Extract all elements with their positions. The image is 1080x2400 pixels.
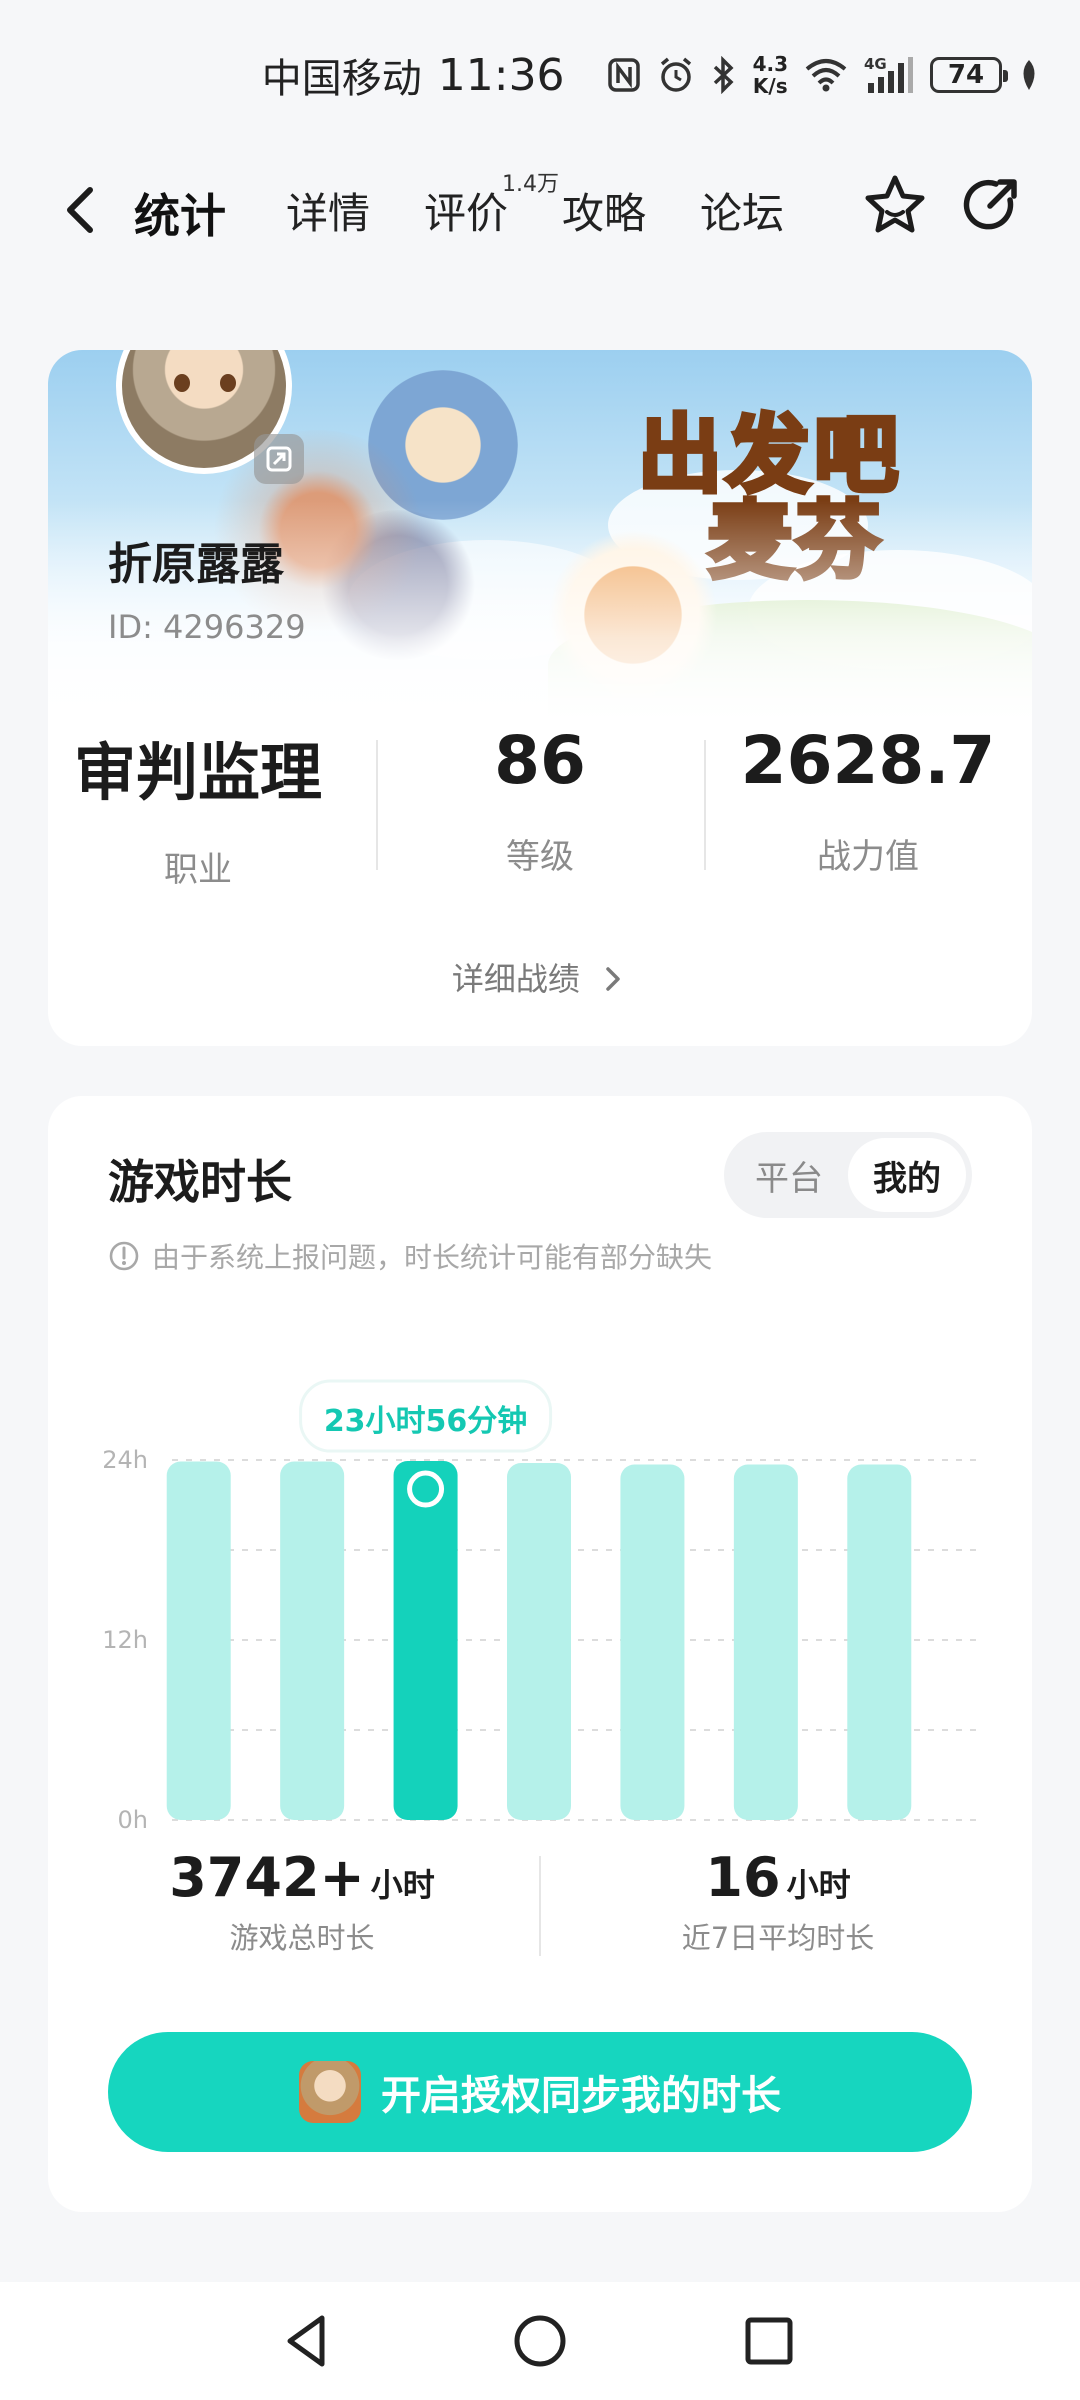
toggle-mine[interactable]: 我的 <box>848 1138 966 1212</box>
info-icon <box>109 1241 139 1271</box>
clock: 11:36 <box>437 49 565 101</box>
signal-type-label: 4G <box>864 55 887 73</box>
playtime-totals: 3742+ 小时 游戏总时长 16 小时 近7日平均时长 <box>48 1846 1032 1966</box>
bar <box>847 1464 912 1820</box>
tab-details[interactable]: 详情 <box>286 180 370 241</box>
authorize-sync-button[interactable]: 开启授权同步我的时长 <box>108 2032 972 2152</box>
authorize-sync-label: 开启授权同步我的时长 <box>381 2073 781 2119</box>
bar <box>507 1463 571 1820</box>
carrier-label: 中国移动 <box>261 56 422 102</box>
reviews-count-badge: 1.4万 <box>502 172 559 197</box>
system-back-button[interactable] <box>276 2308 342 2374</box>
playtime-title: 游戏时长 <box>108 1155 292 1209</box>
star-icon <box>865 175 925 233</box>
favorite-button[interactable] <box>862 172 928 238</box>
y-tick-label: 12h <box>102 1626 148 1654</box>
stat-class-label: 职业 <box>164 850 232 890</box>
bar <box>733 1464 798 1820</box>
playtime-notice-text: 由于系统上报问题，时长统计可能有部分缺失 <box>152 1241 713 1274</box>
leaf-icon <box>1018 58 1040 92</box>
switch-account-button[interactable] <box>254 434 304 484</box>
tab-stats[interactable]: 统计 <box>134 180 226 246</box>
y-tick-label: 24h <box>102 1446 148 1474</box>
detailed-record-link[interactable]: 详细战绩 <box>48 954 1032 1000</box>
stat-power-value: 2628.7 <box>740 722 996 799</box>
alarm-icon <box>657 56 695 94</box>
bar <box>166 1461 231 1820</box>
game-app-icon <box>299 2061 361 2123</box>
average-playtime-label: 近7日平均时长 <box>681 1921 875 1955</box>
network-speed-value: 4.3 <box>752 52 788 76</box>
stat-divider <box>376 740 378 870</box>
total-playtime-value: 3742+ <box>169 1846 365 1909</box>
tab-forum[interactable]: 论坛 <box>700 180 784 241</box>
detailed-record-label: 详细战绩 <box>451 960 580 998</box>
player-name: 折原露露 <box>108 539 284 590</box>
profile-card: 出发吧 麦芬 折原露露 ID: 4296329 审判监理 职业 86 等级 26… <box>48 350 1032 1046</box>
stat-level-value: 86 <box>494 722 586 799</box>
stat-level-label: 等级 <box>506 837 574 877</box>
stat-divider <box>704 740 706 870</box>
scope-toggle: 平台 我的 <box>724 1132 972 1218</box>
battery-indicator: 74 <box>930 57 1008 93</box>
chevron-right-icon <box>606 967 620 991</box>
battery-level: 74 <box>947 60 985 90</box>
share-icon <box>963 179 1017 230</box>
playtime-card: 游戏时长 平台 我的 由于系统上报问题，时长统计可能有部分缺失 0h 12h 24h… <box>48 1096 1032 2212</box>
stat-power: 2628.7 战力值 <box>718 722 1018 878</box>
circle-home-icon <box>514 2315 566 2367</box>
stat-level: 86 等级 <box>390 722 690 878</box>
total-playtime-unit: 小时 <box>370 1866 435 1904</box>
y-tick-label: 0h <box>118 1806 148 1834</box>
bar-highlighted <box>393 1461 458 1820</box>
system-home-button[interactable] <box>507 2308 573 2374</box>
tab-reviews[interactable]: 评价 <box>424 180 508 241</box>
system-nav-bar <box>0 2282 1080 2400</box>
cellular-signal-icon: 4G <box>864 55 914 95</box>
bar <box>620 1464 685 1820</box>
back-button[interactable] <box>56 178 106 242</box>
system-recents-button[interactable] <box>736 2308 802 2374</box>
square-recents-icon <box>745 2317 793 2365</box>
tab-guides[interactable]: 攻略 <box>562 180 646 241</box>
nfc-icon <box>607 57 641 93</box>
playtime-notice: 由于系统上报问题，时长统计可能有部分缺失 <box>108 1236 712 1276</box>
share-button[interactable] <box>958 172 1024 238</box>
average-playtime: 16 小时 近7日平均时长 <box>548 1846 1008 1957</box>
wifi-icon <box>804 57 848 93</box>
totals-divider <box>539 1856 541 1956</box>
network-speed: 4.3 K/s <box>753 53 788 97</box>
bar <box>280 1461 345 1820</box>
status-bar: 中国移动 11:36 4.3 K/s 4G 74 <box>0 0 1080 150</box>
average-playtime-unit: 小时 <box>786 1866 851 1904</box>
triangle-back-icon <box>287 2315 325 2367</box>
bluetooth-icon <box>711 56 737 94</box>
stat-class: 审判监理 职业 <box>48 722 348 891</box>
stat-class-value: 审判监理 <box>73 736 322 809</box>
bar-tooltip-text: 23小时56分钟 <box>324 1404 528 1439</box>
top-nav: 统计 详情 评价 1.4万 攻略 论坛 <box>0 150 1080 270</box>
total-playtime-label: 游戏总时长 <box>229 1921 375 1955</box>
network-speed-unit: K/s <box>752 74 788 98</box>
playtime-chart: 0h12h24h6.236.246.2523小时56分钟6.266.276.28… <box>102 1379 976 1834</box>
total-playtime: 3742+ 小时 游戏总时长 <box>72 1846 532 1957</box>
toggle-platform[interactable]: 平台 <box>730 1138 848 1212</box>
average-playtime-value: 16 <box>705 1846 781 1909</box>
player-id: ID: 4296329 <box>108 608 306 646</box>
swap-icon <box>266 446 292 472</box>
stat-power-label: 战力值 <box>817 837 919 877</box>
chevron-left-icon <box>67 187 93 233</box>
